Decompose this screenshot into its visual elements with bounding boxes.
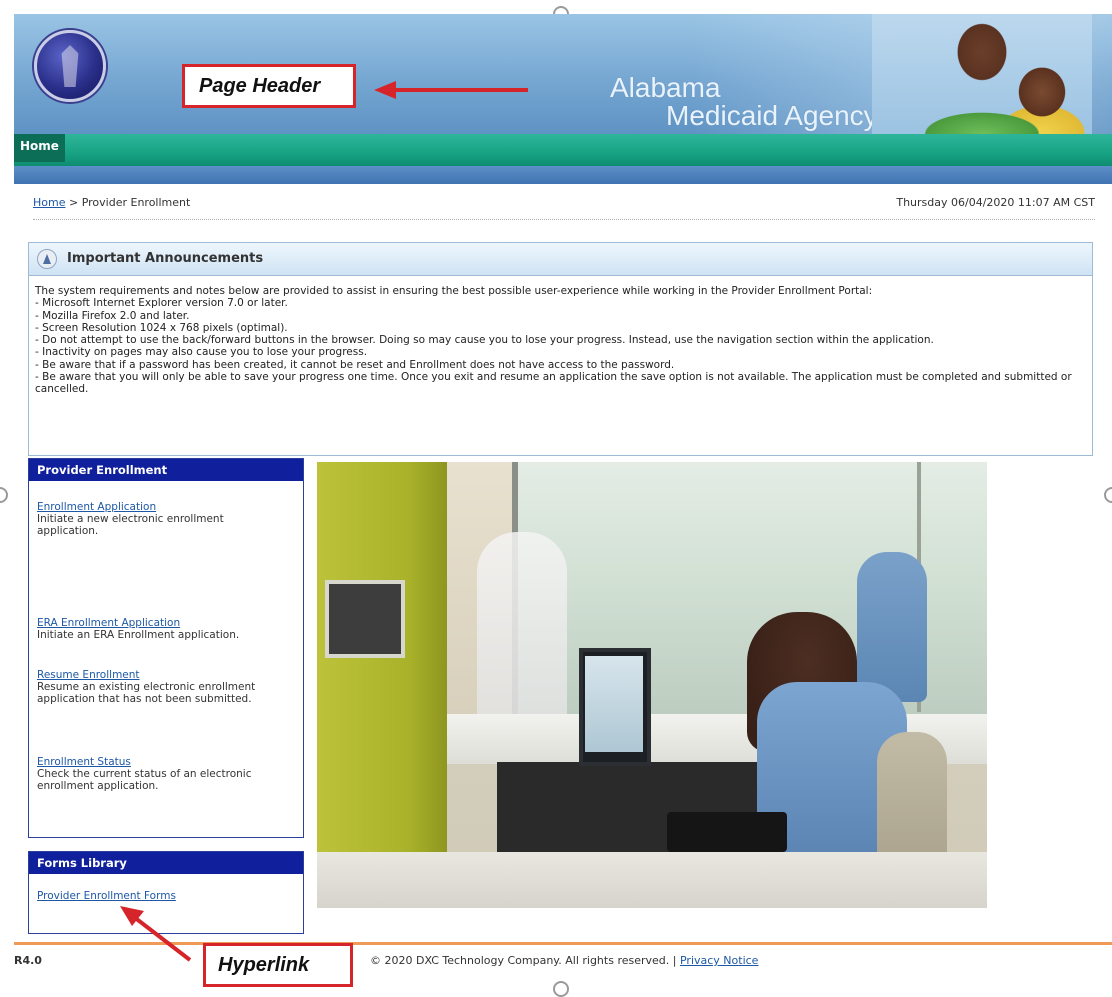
enrollment-status-item: Enrollment Status Check the current stat… <box>37 756 287 792</box>
office-photo <box>317 462 987 908</box>
provider-enrollment-title: Provider Enrollment <box>29 459 303 481</box>
enrollment-application-item: Enrollment Application Initiate a new el… <box>37 501 287 537</box>
enrollment-application-desc: Initiate a new electronic enrollment app… <box>37 513 224 537</box>
resize-handle-left[interactable] <box>0 487 8 503</box>
era-enrollment-item: ERA Enrollment Application Initiate an E… <box>37 617 287 641</box>
era-enrollment-application-link[interactable]: ERA Enrollment Application <box>37 617 287 629</box>
announcement-icon <box>37 249 57 269</box>
agency-name-line1: Alabama <box>610 72 721 103</box>
main-nav: Home <box>14 134 1112 166</box>
privacy-notice-link[interactable]: Privacy Notice <box>680 954 758 967</box>
resume-enrollment-item: Resume Enrollment Resume an existing ele… <box>37 669 287 705</box>
enrollment-status-desc: Check the current status of an electroni… <box>37 768 252 792</box>
announcement-line: - Be aware that if a password has been c… <box>35 358 675 371</box>
footer-divider <box>14 942 1112 945</box>
resume-enrollment-desc: Resume an existing electronic enrollment… <box>37 681 256 705</box>
enrollment-status-link[interactable]: Enrollment Status <box>37 756 287 768</box>
hyperlink-callout: Hyperlink <box>203 943 353 987</box>
version-label: R4.0 <box>14 954 42 967</box>
page-header-callout: Page Header <box>182 64 356 108</box>
copyright-label: © 2020 DXC Technology Company. All right… <box>370 954 677 967</box>
state-seal-icon <box>34 30 106 102</box>
announcement-line: - Do not attempt to use the back/forward… <box>35 334 934 347</box>
resize-handle-right[interactable] <box>1104 487 1112 503</box>
announcement-line: - Screen Resolution 1024 x 768 pixels (o… <box>35 321 288 334</box>
provider-enrollment-forms-link[interactable]: Provider Enrollment Forms <box>37 890 287 902</box>
announcement-line: - Mozilla Firefox 2.0 and later. <box>35 309 190 322</box>
announcements-title: Important Announcements <box>67 251 264 266</box>
forms-library-title: Forms Library <box>29 852 303 874</box>
agency-name-line2: Medicaid Agency <box>666 100 878 131</box>
announcement-line: - Be aware that you will only be able to… <box>35 371 1072 396</box>
agency-name: Alabama Medicaid Agency <box>610 74 878 130</box>
page-header: Alabama Medicaid Agency <box>14 14 1112 134</box>
breadcrumb-home-link[interactable]: Home <box>33 196 65 209</box>
breadcrumb-divider <box>33 219 1095 220</box>
breadcrumb: Home > Provider Enrollment Thursday 06/0… <box>33 196 1095 216</box>
forms-library-item: Provider Enrollment Forms <box>37 890 287 902</box>
breadcrumb-current: Provider Enrollment <box>81 196 191 209</box>
nav-tab-home[interactable]: Home <box>14 134 65 162</box>
current-datetime: Thursday 06/04/2020 11:07 AM CST <box>896 196 1095 209</box>
announcements-panel: Important Announcements The system requi… <box>28 242 1093 456</box>
copyright-text: © 2020 DXC Technology Company. All right… <box>370 954 758 967</box>
mother-daughter-photo <box>872 14 1092 134</box>
resume-enrollment-link[interactable]: Resume Enrollment <box>37 669 287 681</box>
resize-handle-bottom[interactable] <box>553 981 569 997</box>
forms-library-panel: Forms Library Provider Enrollment Forms <box>28 851 304 934</box>
breadcrumb-separator: > <box>68 196 79 209</box>
announcements-body: The system requirements and notes below … <box>29 276 1092 396</box>
announcements-header: Important Announcements <box>29 243 1092 276</box>
enrollment-application-link[interactable]: Enrollment Application <box>37 501 287 513</box>
page-footer: R4.0 © 2020 DXC Technology Company. All … <box>14 948 1112 978</box>
announcement-line: - Inactivity on pages may also cause you… <box>35 346 368 359</box>
sub-nav-bar <box>14 166 1112 184</box>
announcement-line: - Microsoft Internet Explorer version 7.… <box>35 297 288 310</box>
announcement-line: The system requirements and notes below … <box>35 285 873 297</box>
era-enrollment-desc: Initiate an ERA Enrollment application. <box>37 629 240 641</box>
provider-enrollment-panel: Provider Enrollment Enrollment Applicati… <box>28 458 304 838</box>
